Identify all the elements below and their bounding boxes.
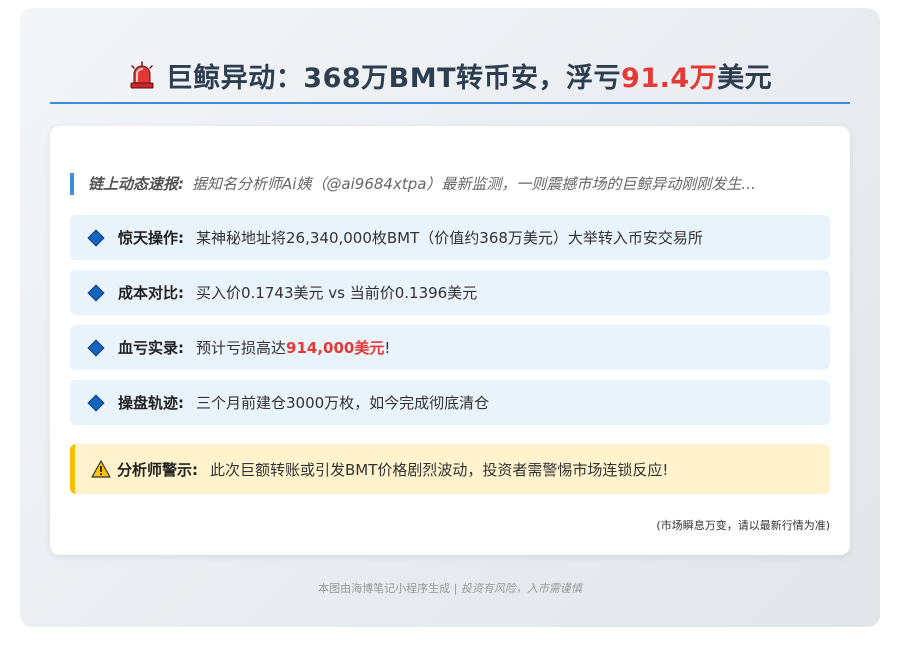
item-text: 某神秘地址将26,340,000枚BMT（价值约368万美元）大举转入币安交易所 xyxy=(196,229,703,247)
intro-lead: 链上动态速报: xyxy=(88,175,184,193)
list-item: 成本对比: 买入价0.1743美元 vs 当前价0.1396美元 xyxy=(70,270,830,315)
title-prefix: 巨鲸异动：368万BMT转币安，浮亏 xyxy=(165,62,622,94)
diamond-bullet-icon xyxy=(87,339,105,356)
warning-text: 此次巨额转账或引发BMT价格剧烈波动，投资者需警惕市场连锁反应! xyxy=(210,460,669,479)
loss-amount: 914,000美元 xyxy=(286,339,385,357)
market-note: (市场瞬息万变，请以最新行情为准) xyxy=(656,519,830,532)
footer-source: 本图由海博笔记小程序生成 | xyxy=(318,582,458,595)
title-accent: 91.4万 xyxy=(621,62,718,94)
item-text: 三个月前建仓3000万枚，如今完成彻底清仓 xyxy=(196,394,490,412)
warning-label: 分析师警示: xyxy=(117,460,198,479)
diamond-bullet-icon xyxy=(87,229,105,246)
title-suffix: 美元 xyxy=(717,62,773,94)
warning-icon xyxy=(91,460,111,478)
item-label: 血亏实录: xyxy=(118,339,184,357)
item-text: 预计亏损高达 xyxy=(196,339,287,357)
list-item: 血亏实录: 预计亏损高达 914,000美元! xyxy=(70,325,830,370)
item-text-after: ! xyxy=(384,338,391,357)
intro-line: 链上动态速报: 据知名分析师Ai姨（@ai9684xtpa）最新监测，一则震撼市场… xyxy=(70,173,828,195)
content-card: 链上动态速报: 据知名分析师Ai姨（@ai9684xtpa）最新监测，一则震撼市场… xyxy=(50,126,850,555)
footer-disclaimer: 投资有风险，入市需谨慎 xyxy=(460,582,582,595)
item-label: 成本对比: xyxy=(118,284,184,302)
page-title: 巨鲸异动：368万BMT转币安，浮亏 91.4万 美元 xyxy=(128,56,772,95)
footer: 本图由海博笔记小程序生成 | 投资有风险，入市需谨慎 xyxy=(20,580,880,596)
header: 巨鲸异动：368万BMT转币安，浮亏 91.4万 美元 xyxy=(50,48,850,104)
diamond-bullet-icon xyxy=(87,394,105,411)
list-item: 惊天操作: 某神秘地址将26,340,000枚BMT（价值约368万美元）大举转… xyxy=(70,215,830,260)
poster: 巨鲸异动：368万BMT转币安，浮亏 91.4万 美元 链上动态速报: 据知名分析师A… xyxy=(20,8,880,627)
warning-box: 分析师警示: 此次巨额转账或引发BMT价格剧烈波动，投资者需警惕市场连锁反应! xyxy=(70,444,830,494)
list-item: 操盘轨迹: 三个月前建仓3000万枚，如今完成彻底清仓 xyxy=(70,380,830,425)
siren-icon xyxy=(130,61,154,89)
item-label: 惊天操作: xyxy=(118,229,184,247)
intro-text: 据知名分析师Ai姨（@ai9684xtpa）最新监测，一则震撼市场的巨鲸异动刚刚… xyxy=(192,175,756,193)
diamond-bullet-icon xyxy=(87,284,105,301)
item-label: 操盘轨迹: xyxy=(118,394,184,412)
item-text: 买入价0.1743美元 vs 当前价0.1396美元 xyxy=(196,284,478,302)
